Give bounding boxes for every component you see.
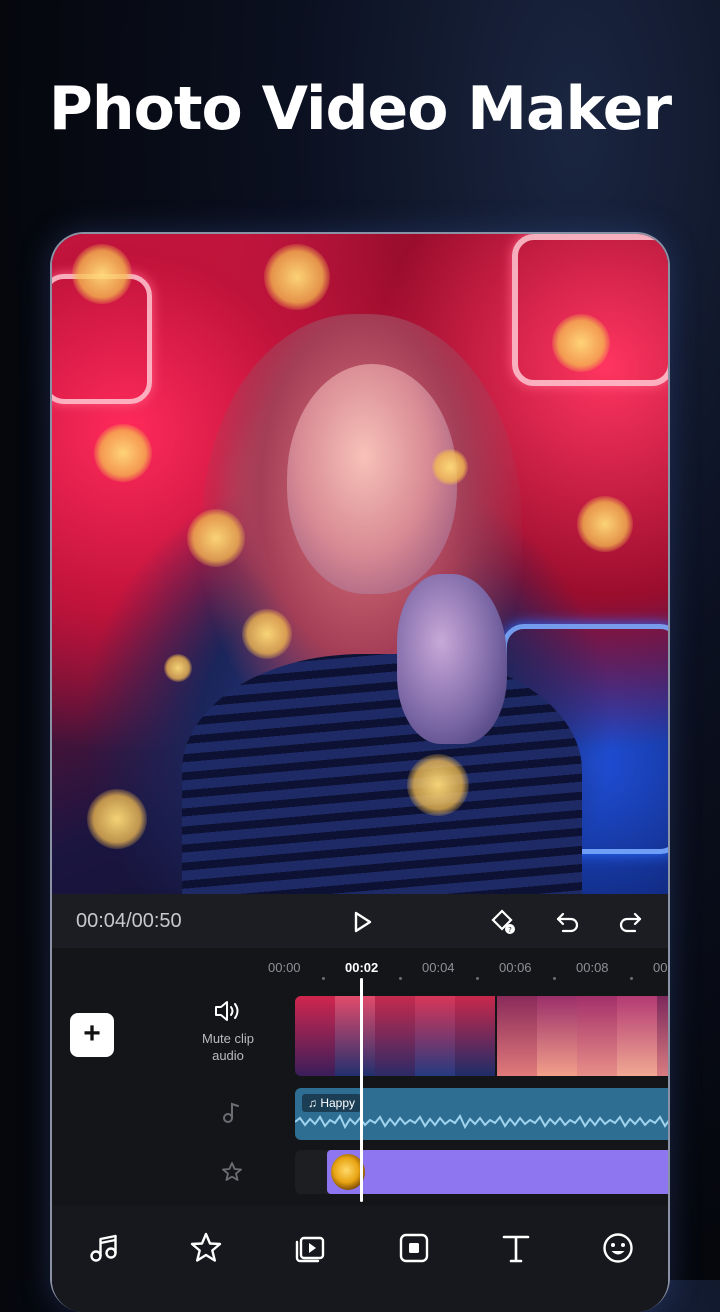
photo-subject-hand (397, 574, 507, 744)
playhead[interactable] (360, 978, 363, 1202)
ruler-dot (476, 977, 479, 980)
time-ruler[interactable]: 00:00 00:02 00:04 00:06 00:08 00: (264, 960, 668, 984)
clip-frame (335, 996, 375, 1076)
clip-frame (295, 996, 335, 1076)
clip-frame (375, 996, 415, 1076)
photo-subject-body (182, 654, 582, 894)
clip-frame (497, 996, 537, 1076)
bokeh-light (87, 789, 147, 849)
ruler-tick: 00:00 (268, 960, 301, 975)
total-duration: 00:50 (131, 910, 182, 932)
audio-clip-name: Happy (320, 1096, 356, 1110)
media-icon[interactable] (292, 1230, 328, 1266)
bokeh-light (552, 314, 610, 372)
emoji-icon[interactable] (600, 1230, 636, 1266)
playback-controls: 00:04/00:50 ? (52, 894, 668, 950)
play-icon[interactable] (348, 908, 376, 936)
music-icon[interactable] (86, 1230, 122, 1266)
ruler-dot (630, 977, 633, 980)
ruler-tick: 00:04 (422, 960, 455, 975)
bokeh-light (94, 424, 152, 482)
photo-subject-face (287, 364, 457, 594)
add-clip-button[interactable]: + (70, 1013, 114, 1057)
speaker-icon (215, 1001, 239, 1021)
clip-frame (415, 996, 455, 1076)
star-icon[interactable] (188, 1230, 224, 1266)
clip-frame (657, 996, 668, 1076)
clip-frame (537, 996, 577, 1076)
mute-clip-audio-button[interactable]: Mute clip audio (192, 998, 264, 1064)
audio-waveform (295, 1114, 668, 1130)
clip-frame (455, 996, 495, 1076)
headline: Photo Video Maker (48, 74, 672, 144)
keyframe-icon[interactable]: ? (490, 908, 518, 936)
editor-screen: 00:04/00:50 ? 00:00 00:02 00:04 00:06 00… (52, 234, 668, 1312)
undo-icon[interactable] (554, 908, 582, 936)
ruler-dot (322, 977, 325, 980)
ruler-tick: 00:08 (576, 960, 609, 975)
time-display: 00:04/00:50 (76, 910, 182, 933)
video-clip-track[interactable] (295, 996, 668, 1076)
star-icon (222, 1162, 242, 1181)
svg-text:?: ? (508, 926, 512, 934)
bokeh-light (407, 754, 469, 816)
bottom-toolbar (52, 1206, 668, 1312)
bokeh-light (577, 496, 633, 552)
sticker-track[interactable] (295, 1150, 668, 1194)
clip-frame (577, 996, 617, 1076)
bokeh-light (242, 609, 292, 659)
text-icon[interactable] (498, 1230, 534, 1266)
current-time: 00:04 (76, 910, 127, 932)
bokeh-light (187, 509, 245, 567)
video-preview[interactable] (52, 234, 668, 894)
ruler-dot (399, 977, 402, 980)
clip-frame (617, 996, 657, 1076)
mute-label-line1: Mute clip (201, 1031, 255, 1046)
bokeh-light (432, 449, 468, 485)
bokeh-light (264, 244, 330, 310)
ruler-dot (553, 977, 556, 980)
music-note-icon (223, 1102, 239, 1123)
ruler-tick-active: 00:02 (345, 960, 379, 975)
ruler-tick: 00:06 (499, 960, 532, 975)
stop-icon[interactable] (396, 1230, 432, 1266)
audio-clip-track[interactable]: ♫ Happy (295, 1088, 668, 1140)
redo-icon[interactable] (616, 908, 644, 936)
bokeh-light (164, 654, 192, 682)
phone-frame: 00:04/00:50 ? 00:00 00:02 00:04 00:06 00… (50, 232, 670, 1312)
ruler-tick: 00: (653, 960, 668, 975)
bokeh-light (72, 244, 132, 304)
mute-label-line2: audio (212, 1048, 244, 1063)
sticker-clip[interactable] (327, 1150, 668, 1194)
